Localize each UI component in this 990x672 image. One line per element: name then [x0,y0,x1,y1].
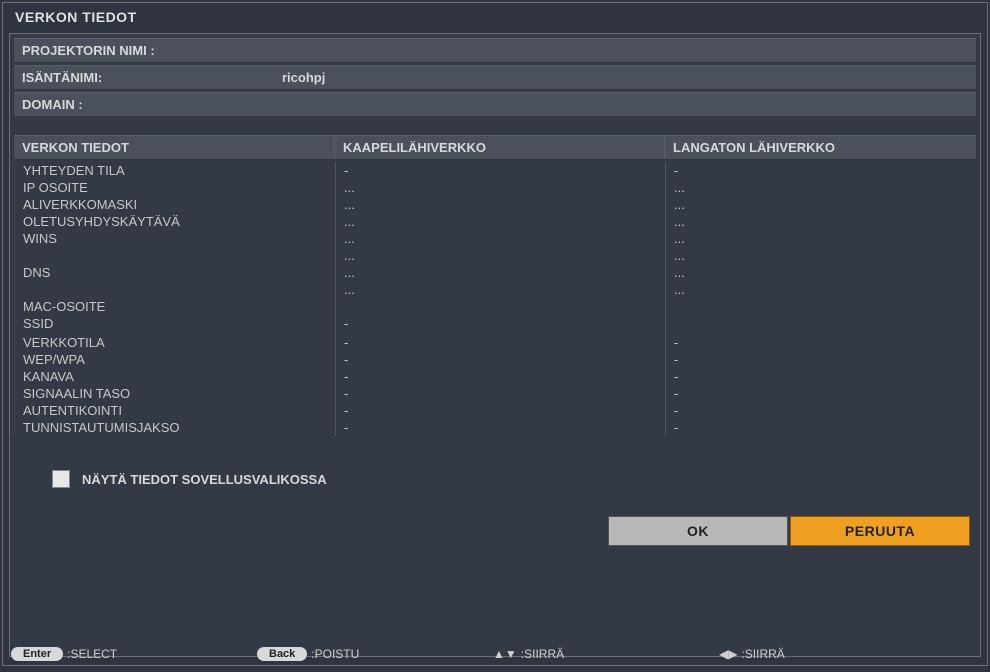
cell-mid: - [335,334,665,351]
cell-right: ... [665,230,976,247]
ok-button[interactable]: OK [608,516,788,546]
cell-right: ... [665,281,976,298]
cell-right: - [665,385,976,402]
table-row: DNS...... [15,264,976,281]
table-row: SSID- [15,315,976,332]
host-value: ricohpj [282,70,325,85]
cell-left: KANAVA [15,368,335,385]
cell-left: WINS [15,230,335,247]
table-row: IP OSOITE...... [15,179,976,196]
cell-mid: ... [335,281,665,298]
table-header: VERKON TIEDOT KAAPELILÄHIVERKKO LANGATON… [14,135,976,160]
cell-mid: - [335,315,665,332]
cell-left: WEP/WPA [15,351,335,368]
th-right: LANGATON LÄHIVERKKO [664,136,976,159]
enter-label: :SELECT [67,647,117,661]
cancel-button[interactable]: PERUUTA [790,516,970,546]
move-label-1: :SIIRRÄ [521,647,564,661]
cell-left: VERKKOTILA [15,334,335,351]
enter-pill: Enter [11,647,63,661]
cell-mid: - [335,351,665,368]
table-row: ...... [15,281,976,298]
updown-icon: ▲▼ [493,647,517,661]
cell-right: ... [665,264,976,281]
cell-mid: - [335,368,665,385]
table-row: WINS...... [15,230,976,247]
cell-mid [335,298,665,315]
cell-left: AUTENTIKOINTI [15,402,335,419]
row-projector-name: PROJEKTORIN NIMI : [14,38,976,63]
cell-left: DNS [15,264,335,281]
row-domain: DOMAIN : [14,92,976,117]
cell-left: YHTEYDEN TILA [15,162,335,179]
cell-left [15,281,335,298]
table-row: TUNNISTAUTUMISJAKSO-- [15,419,976,436]
cell-left: OLETUSYHDYSKÄYTÄVÄ [15,213,335,230]
cell-left: SSID [15,315,335,332]
cell-left: ALIVERKKOMASKI [15,196,335,213]
move-label-2: :SIIRRÄ [741,647,784,661]
table-row: YHTEYDEN TILA-- [15,162,976,179]
cell-right: - [665,351,976,368]
table-row: SIGNAALIN TASO-- [15,385,976,402]
projector-name-label: PROJEKTORIN NIMI : [22,43,282,58]
cell-mid: - [335,385,665,402]
cell-left: MAC-OSOITE [15,298,335,315]
domain-label: DOMAIN : [22,97,282,112]
cell-left: SIGNAALIN TASO [15,385,335,402]
leftright-icon: ◀▶ [719,647,737,661]
cell-mid: - [335,419,665,436]
cell-mid: ... [335,179,665,196]
cell-right: - [665,419,976,436]
cell-right: - [665,402,976,419]
table-row: ALIVERKKOMASKI...... [15,196,976,213]
cell-right: ... [665,179,976,196]
show-in-menu-checkbox[interactable] [52,470,70,488]
cell-right: - [665,162,976,179]
table-row: ...... [15,247,976,264]
cell-left: TUNNISTAUTUMISJAKSO [15,419,335,436]
show-in-menu-label: NÄYTÄ TIEDOT SOVELLUSVALIKOSSA [82,472,327,487]
footer-help-bar: Enter :SELECT Back :POISTU ▲▼ :SIIRRÄ ◀▶… [11,647,979,661]
table-row: WEP/WPA-- [15,351,976,368]
cell-mid: ... [335,247,665,264]
th-left: VERKON TIEDOT [14,136,334,159]
cell-right [665,315,976,332]
cell-mid: ... [335,213,665,230]
cell-right: ... [665,213,976,230]
page-title: VERKON TIEDOT [3,3,987,31]
back-pill: Back [257,647,307,661]
cell-right: - [665,334,976,351]
host-label: ISÄNTÄNIMI: [22,70,282,85]
table-row: KANAVA-- [15,368,976,385]
cell-mid: - [335,162,665,179]
cell-left: IP OSOITE [15,179,335,196]
table-body: YHTEYDEN TILA--IP OSOITE......ALIVERKKOM… [14,162,976,436]
table-row: MAC-OSOITE [15,298,976,315]
table-row: OLETUSYHDYSKÄYTÄVÄ...... [15,213,976,230]
th-mid: KAAPELILÄHIVERKKO [334,136,664,159]
cell-mid: ... [335,264,665,281]
cell-left [15,247,335,264]
table-row: VERKKOTILA-- [15,334,976,351]
cell-right: ... [665,196,976,213]
cell-mid: ... [335,230,665,247]
cell-mid: ... [335,196,665,213]
cell-right [665,298,976,315]
cell-right: ... [665,247,976,264]
cell-right: - [665,368,976,385]
row-host: ISÄNTÄNIMI: ricohpj [14,65,976,90]
cell-mid: - [335,402,665,419]
table-row: AUTENTIKOINTI-- [15,402,976,419]
back-label: :POISTU [311,647,359,661]
